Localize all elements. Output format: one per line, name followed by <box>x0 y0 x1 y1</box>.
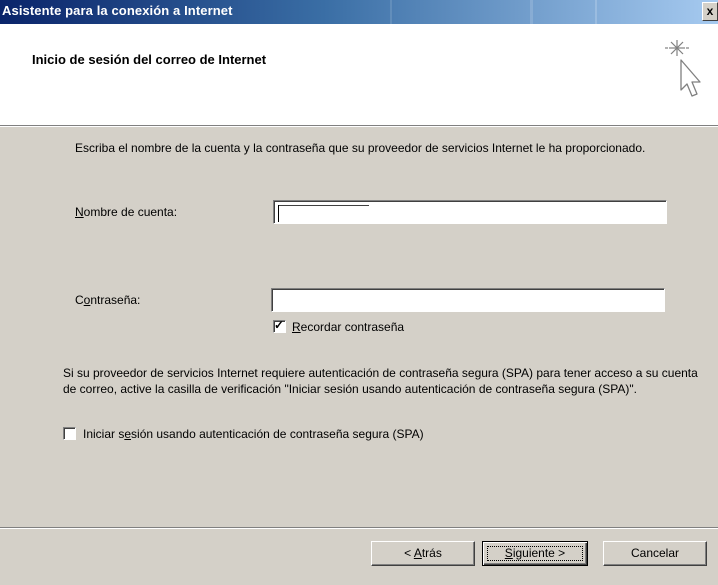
page-title: Inicio de sesión del correo de Internet <box>32 52 267 67</box>
instructions-text: Escriba el nombre de la cuenta y la cont… <box>75 141 646 155</box>
spa-description: Si su proveedor de servicios Internet re… <box>63 366 698 396</box>
remember-password-checkbox[interactable]: ✓ <box>273 318 286 333</box>
spa-checkbox[interactable] <box>63 427 76 440</box>
account-name-input[interactable] <box>273 200 667 224</box>
header-separator <box>0 125 718 127</box>
footer-separator <box>0 527 718 529</box>
password-label: Contraseña: <box>75 293 141 307</box>
wizard-window: Asistente para la conexión a Internet x … <box>0 0 718 585</box>
text-caret <box>278 205 279 222</box>
spa-checkbox-label[interactable]: Iniciar sesión usando autenticación de c… <box>83 427 424 441</box>
back-button[interactable]: < Atrás <box>371 541 475 566</box>
wizard-sparkle-cursor-icon <box>665 40 701 97</box>
title-bar-pattern <box>330 0 700 24</box>
checkmark-icon: ✓ <box>274 318 285 332</box>
remember-password-label[interactable]: Recordar contraseña <box>292 320 404 334</box>
close-button[interactable]: x <box>702 2 718 21</box>
wizard-header: Inicio de sesión del correo de Internet <box>0 24 718 125</box>
focus-rectangle <box>487 546 583 561</box>
cancel-button[interactable]: Cancelar <box>603 541 707 566</box>
window-title: Asistente para la conexión a Internet <box>2 3 233 18</box>
account-name-label: Nombre de cuenta: <box>75 205 178 219</box>
password-input[interactable] <box>271 288 665 312</box>
next-button[interactable]: Siguiente > <box>482 541 588 566</box>
input-focus-line <box>279 205 369 206</box>
title-bar[interactable]: Asistente para la conexión a Internet x <box>0 0 718 24</box>
